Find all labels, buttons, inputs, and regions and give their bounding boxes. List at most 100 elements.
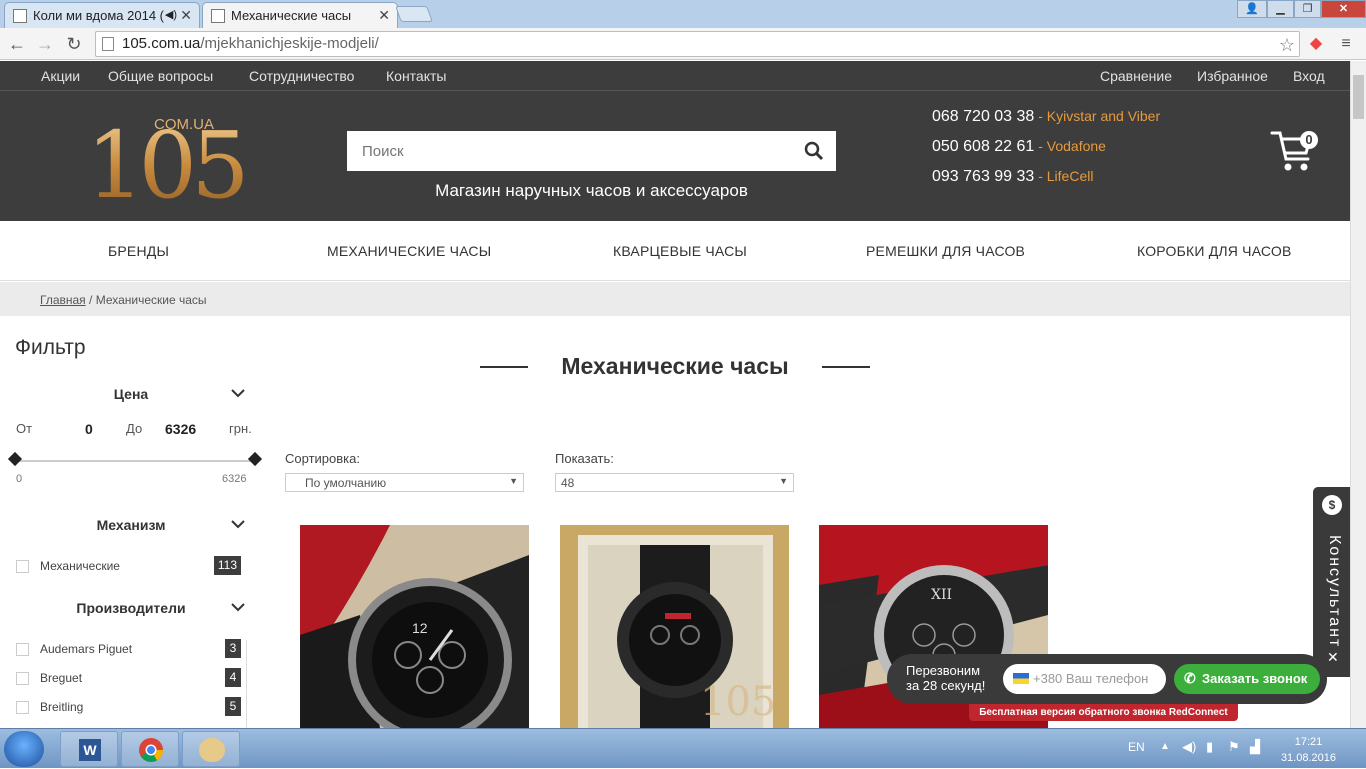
- page-scrollbar[interactable]: [1350, 61, 1366, 728]
- close-tab-icon[interactable]: ✕: [378, 7, 390, 24]
- clock-time: 17:21: [1294, 736, 1323, 748]
- topnav-link-compare[interactable]: Сравнение: [1100, 68, 1172, 84]
- top-navigation: Акции Общие вопросы Сотрудничество Конта…: [0, 61, 1350, 91]
- phone-vodafone[interactable]: 050 608 22 61 - Vodafone: [932, 138, 1160, 168]
- show-count-select[interactable]: 48 ▼: [555, 473, 794, 492]
- menu-icon[interactable]: ≡: [1336, 34, 1356, 54]
- url-input[interactable]: 105.com.ua/mjekhanichjeskije-modjeli/ ☆: [95, 31, 1300, 57]
- topnav-link-cooperation[interactable]: Сотрудничество: [249, 68, 354, 84]
- page-icon: [102, 37, 114, 51]
- cart-button[interactable]: 0: [1270, 127, 1326, 177]
- language-indicator[interactable]: EN: [1128, 740, 1145, 754]
- consultant-label: Консультант: [1326, 535, 1343, 649]
- mechanism-filter-header[interactable]: Механизм: [15, 517, 247, 533]
- user-icon[interactable]: 👤: [1237, 0, 1267, 18]
- product-card[interactable]: 105: [560, 525, 789, 728]
- site-logo[interactable]: 105 COM.UA: [86, 107, 261, 219]
- phone-kyivstar[interactable]: 068 720 03 38 - Kyivstar and Viber: [932, 108, 1160, 138]
- paint-icon: [199, 738, 225, 762]
- sort-select[interactable]: По умолчанию ▼: [285, 473, 524, 492]
- price-to-input[interactable]: 6326: [165, 421, 196, 437]
- checkbox[interactable]: [16, 701, 29, 714]
- consultant-widget[interactable]: $ Консультант ✕: [1313, 487, 1350, 677]
- network-icon[interactable]: ▮: [1206, 739, 1213, 755]
- sort-selected-value: По умолчанию: [305, 476, 387, 490]
- browser-tab-1[interactable]: Коли ми вдома 2014 ( ◀) ✕: [4, 2, 200, 28]
- brand-list-scrollbar[interactable]: [246, 640, 254, 730]
- topnav-link-contacts[interactable]: Контакты: [386, 68, 446, 84]
- price-slider-max-handle[interactable]: [247, 451, 263, 467]
- signal-icon[interactable]: ▟: [1250, 739, 1260, 755]
- product-card[interactable]: 12: [300, 525, 529, 728]
- checkbox[interactable]: [16, 672, 29, 685]
- nav-brands[interactable]: БРЕНДЫ: [108, 243, 169, 259]
- nav-watch-straps[interactable]: РЕМЕШКИ ДЛЯ ЧАСОВ: [866, 243, 1025, 259]
- url-domain: 105.com.ua: [122, 35, 201, 52]
- main-navigation: БРЕНДЫ МЕХАНИЧЕСКИЕ ЧАСЫ КВАРЦЕВЫЕ ЧАСЫ …: [0, 221, 1350, 281]
- redconnect-banner[interactable]: Бесплатная версия обратного звонка RedCo…: [969, 704, 1238, 721]
- search-input[interactable]: [347, 131, 787, 171]
- checkbox[interactable]: [16, 560, 29, 573]
- filter-option-audemars-piguet[interactable]: Audemars Piguet 3: [16, 639, 241, 659]
- filter-option-breitling[interactable]: Breitling 5: [16, 697, 241, 717]
- order-call-button[interactable]: ✆ Заказать звонок: [1174, 664, 1320, 694]
- word-app-button[interactable]: W: [60, 731, 118, 767]
- phone-lifecell[interactable]: 093 763 99 33 - LifeCell: [932, 168, 1160, 198]
- search-box: [347, 131, 836, 171]
- cart-count-badge: 0: [1300, 131, 1318, 149]
- back-icon[interactable]: ←: [6, 33, 28, 55]
- close-tab-icon[interactable]: ✕: [180, 7, 192, 24]
- chevron-down-icon: [231, 520, 245, 529]
- svg-text:XII: XII: [931, 587, 952, 603]
- chrome-app-button[interactable]: [121, 731, 179, 767]
- volume-icon[interactable]: ◀): [1182, 739, 1196, 755]
- nav-quartz-watches[interactable]: КВАРЦЕВЫЕ ЧАСЫ: [613, 243, 747, 259]
- price-slider-min-handle[interactable]: [7, 451, 23, 467]
- phone-icon: ✆: [1184, 670, 1196, 686]
- paint-app-button[interactable]: [182, 731, 240, 767]
- browser-tab-bar: Коли ми вдома 2014 ( ◀) ✕ Механические ч…: [0, 0, 1366, 28]
- product-image: 105: [560, 525, 789, 728]
- nav-watch-boxes[interactable]: КОРОБКИ ДЛЯ ЧАСОВ: [1137, 243, 1292, 259]
- callback-phone-input[interactable]: +380 Ваш телефон: [1003, 664, 1166, 694]
- callback-text-line-1: Перезвоним: [906, 663, 981, 678]
- svg-text:105: 105: [700, 679, 776, 725]
- forward-icon[interactable]: →: [34, 33, 56, 55]
- topnav-link-favorites[interactable]: Избранное: [1197, 68, 1268, 84]
- scrollbar-thumb[interactable]: [1353, 75, 1364, 119]
- filter-option-breguet[interactable]: Breguet 4: [16, 668, 241, 688]
- price-filter-header[interactable]: Цена: [15, 386, 247, 402]
- phone-placeholder: +380 Ваш телефон: [1033, 671, 1149, 686]
- count-badge: 3: [225, 639, 241, 658]
- brands-filter-header[interactable]: Производители: [15, 600, 247, 616]
- tray-expand-icon[interactable]: ▲: [1160, 741, 1170, 752]
- browser-tab-2[interactable]: Механические часы ✕: [202, 2, 398, 28]
- clock[interactable]: 17:21 31.08.2016: [1281, 734, 1336, 766]
- topnav-link-faq[interactable]: Общие вопросы: [108, 68, 213, 84]
- site-header: Акции Общие вопросы Сотрудничество Конта…: [0, 61, 1350, 221]
- filter-option-mechanical[interactable]: Механические 113: [16, 556, 241, 576]
- extension-icon[interactable]: ◆: [1306, 34, 1326, 54]
- order-call-label: Заказать звонок: [1202, 671, 1308, 686]
- sort-label: Сортировка:: [285, 451, 360, 466]
- bookmark-star-icon[interactable]: ☆: [1279, 33, 1295, 57]
- system-tray: EN ▲ ◀) ▮ ⚑ ▟ 17:21 31.08.2016: [1116, 729, 1366, 769]
- topnav-link-login[interactable]: Вход: [1293, 68, 1325, 84]
- mechanism-filter-heading: Механизм: [96, 517, 166, 533]
- ukraine-flag-icon: [1013, 673, 1029, 684]
- topnav-link-promos[interactable]: Акции: [41, 68, 80, 84]
- breadcrumb-home-link[interactable]: Главная: [40, 293, 86, 307]
- start-button[interactable]: [4, 731, 44, 767]
- action-center-icon[interactable]: ⚑: [1228, 739, 1240, 755]
- minimize-button[interactable]: ▁: [1267, 0, 1294, 18]
- nav-mechanical-watches[interactable]: МЕХАНИЧЕСКИЕ ЧАСЫ: [327, 243, 491, 259]
- filter-option-label: Механические: [40, 559, 120, 573]
- reload-icon[interactable]: ↻: [63, 33, 85, 55]
- checkbox[interactable]: [16, 643, 29, 656]
- close-icon[interactable]: ✕: [1327, 649, 1339, 666]
- restore-button[interactable]: ❐: [1294, 0, 1321, 18]
- price-from-input[interactable]: 0: [85, 421, 93, 437]
- search-icon[interactable]: [804, 141, 824, 161]
- new-tab-button[interactable]: [395, 6, 433, 22]
- close-window-button[interactable]: ✕: [1321, 0, 1366, 18]
